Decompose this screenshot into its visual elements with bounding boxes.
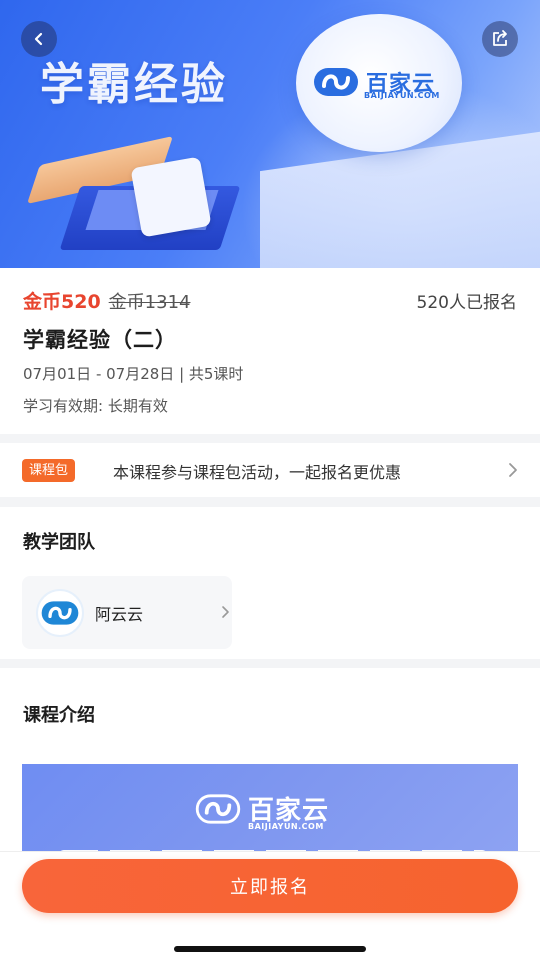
section-title-intro: 课程介绍 (23, 705, 95, 726)
original-price: 金币1314 (108, 292, 191, 313)
package-tag: 课程包 (22, 459, 76, 482)
enroll-button[interactable]: 立即报名 (22, 859, 518, 913)
home-indicator (174, 946, 366, 952)
back-button[interactable] (21, 21, 57, 57)
bottom-action-bar: 立即报名 (0, 851, 540, 960)
teaching-team-section: 教学团队 阿云云 (0, 507, 540, 659)
share-button[interactable] (482, 21, 518, 57)
course-package-row[interactable]: 课程包 本课程参与课程包活动，一起报名更优惠 (0, 443, 540, 497)
course-info: 金币520 金币1314 520人已报名 学霸经验（二） 07月01日 - 07… (0, 268, 540, 434)
current-price: 金币520 (23, 291, 101, 313)
price-row: 金币520 金币1314 (23, 287, 190, 314)
share-icon (493, 30, 507, 46)
brand-logo-icon (195, 793, 241, 824)
chevron-right-icon (222, 606, 229, 618)
enrolled-count: 520人已报名 (416, 293, 517, 313)
course-title: 学霸经验（二） (23, 328, 177, 352)
brand-domain: BAIJIAYUN.COM (364, 91, 440, 100)
teacher-name: 阿云云 (95, 605, 144, 624)
avatar (36, 589, 84, 637)
banner-title: 学霸经验 (40, 59, 228, 110)
intro-brand-domain: BAIJIAYUN.COM (248, 822, 324, 831)
brand-logo-icon (41, 601, 79, 625)
course-validity: 学习有效期: 长期有效 (23, 397, 168, 415)
teacher-card[interactable]: 阿云云 (22, 576, 232, 649)
section-title-team: 教学团队 (23, 532, 95, 553)
package-text: 本课程参与课程包活动，一起报名更优惠 (113, 463, 402, 482)
brand-logo-icon (314, 68, 358, 96)
gift-box-illustration (27, 136, 241, 250)
chevron-right-icon (509, 463, 517, 477)
course-schedule: 07月01日 - 07月28日 | 共5课时 (23, 365, 244, 383)
course-banner: 学霸经验 百家云 BAIJIAYUN.COM (0, 0, 540, 268)
chevron-left-icon (34, 32, 43, 46)
